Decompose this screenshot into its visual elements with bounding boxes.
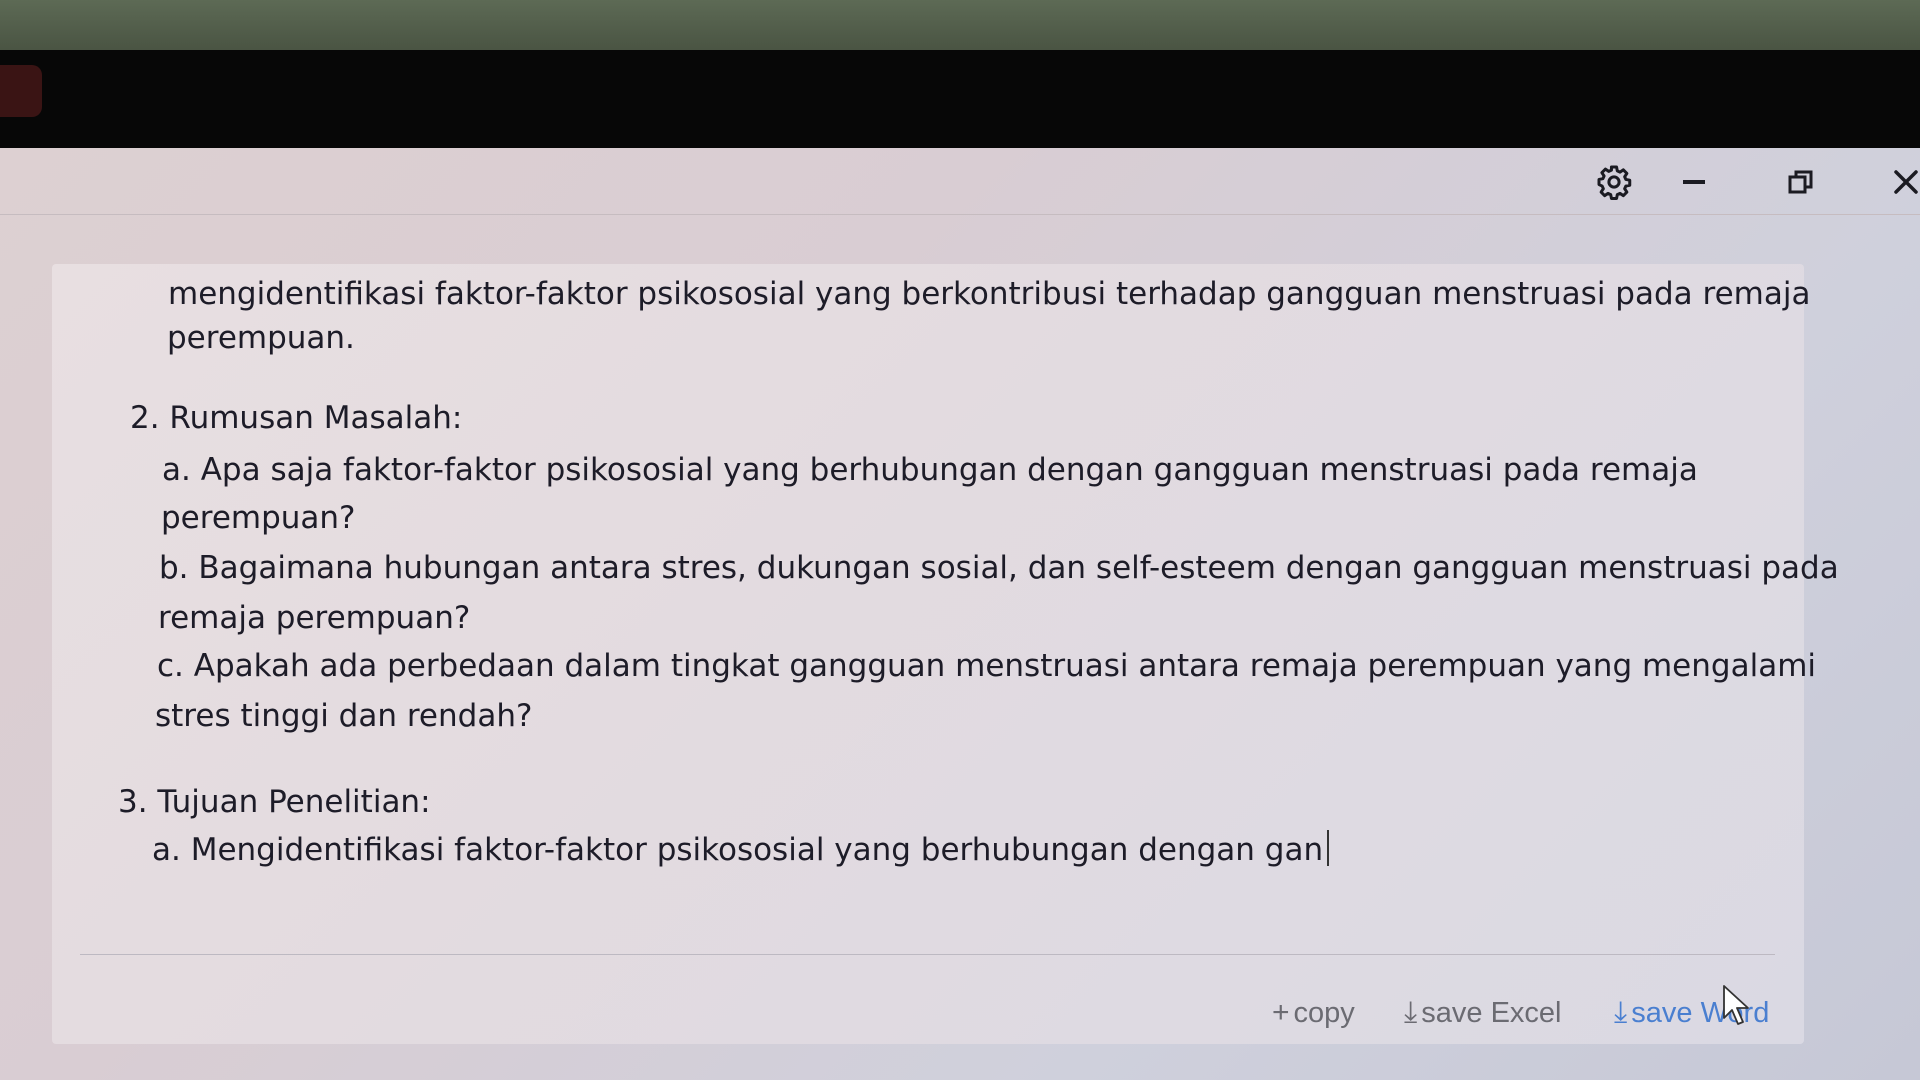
save-excel-button[interactable]: ⤓ save Excel (1404, 996, 1562, 1030)
close-button[interactable] (1884, 162, 1920, 202)
gear-icon (1597, 165, 1632, 200)
download-icon: ⤓ (1614, 996, 1628, 1029)
plus-icon: + (1272, 996, 1290, 1029)
question-a-line-2: perempuan? (161, 500, 356, 536)
minimize-icon (1683, 180, 1705, 184)
app-window: mengidentifikasi faktor-faktor psikososi… (0, 148, 1920, 1080)
section-3-heading: 3. Tujuan Penelitian: (118, 784, 431, 820)
question-b-line-2: remaja perempuan? (158, 600, 471, 636)
mouse-cursor-icon (1723, 985, 1749, 1025)
divider (80, 954, 1775, 955)
intro-line-2: perempuan. (167, 320, 355, 356)
title-bar (0, 148, 1920, 215)
copy-button[interactable]: + copy (1272, 996, 1355, 1030)
goal-a-line: a. Mengidentifikasi faktor-faktor psikos… (152, 830, 1330, 870)
restore-icon (1788, 170, 1813, 194)
intro-line-1: mengidentifikasi faktor-faktor psikososi… (168, 276, 1811, 312)
question-c-line-1: c. Apakah ada perbedaan dalam tingkat ga… (157, 648, 1816, 684)
close-icon (1894, 170, 1918, 194)
download-icon: ⤓ (1404, 996, 1418, 1029)
background-dark-band (0, 50, 1920, 150)
goal-a-text: a. Mengidentifikasi faktor-faktor psikos… (152, 832, 1324, 868)
background-edge (0, 65, 42, 117)
text-caret (1327, 830, 1330, 866)
section-2-heading: 2. Rumusan Masalah: (130, 400, 463, 436)
question-b-line-1: b. Bagaimana hubungan antara stres, duku… (159, 550, 1839, 586)
question-a-line-1: a. Apa saja faktor-faktor psikososial ya… (162, 452, 1698, 488)
settings-button[interactable] (1592, 162, 1636, 202)
minimize-button[interactable] (1672, 162, 1716, 202)
copy-label: copy (1293, 996, 1355, 1029)
restore-button[interactable] (1779, 162, 1823, 202)
save-excel-label: save Excel (1421, 996, 1562, 1029)
document-editor[interactable]: mengidentifikasi faktor-faktor psikososi… (52, 264, 1839, 1044)
question-c-line-2: stres tinggi dan rendah? (155, 698, 533, 734)
